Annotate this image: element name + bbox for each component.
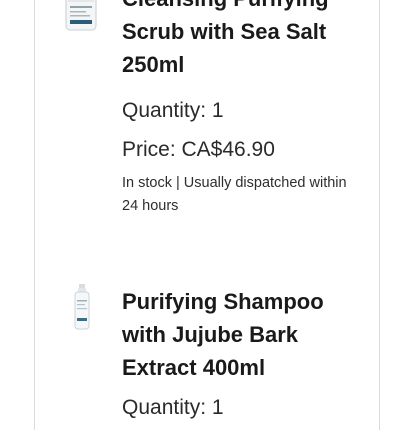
product-jar-icon[interactable] (64, 0, 98, 32)
quantity-text: Quantity: 1 (122, 396, 224, 419)
product-title[interactable]: Cleansing Purifying Scrub with Sea Salt … (122, 0, 362, 81)
product-title[interactable]: Purifying Shampoo with Jujube Bark Extra… (122, 285, 362, 384)
order-items-card: Cleansing Purifying Scrub with Sea Salt … (34, 0, 380, 430)
product-bottle-icon[interactable] (73, 284, 91, 330)
stock-status: In stock | Usually dispatched within 24 … (122, 175, 347, 214)
price-text: Price: CA$46.90 (122, 138, 275, 161)
quantity-text: Quantity: 1 (122, 99, 224, 122)
